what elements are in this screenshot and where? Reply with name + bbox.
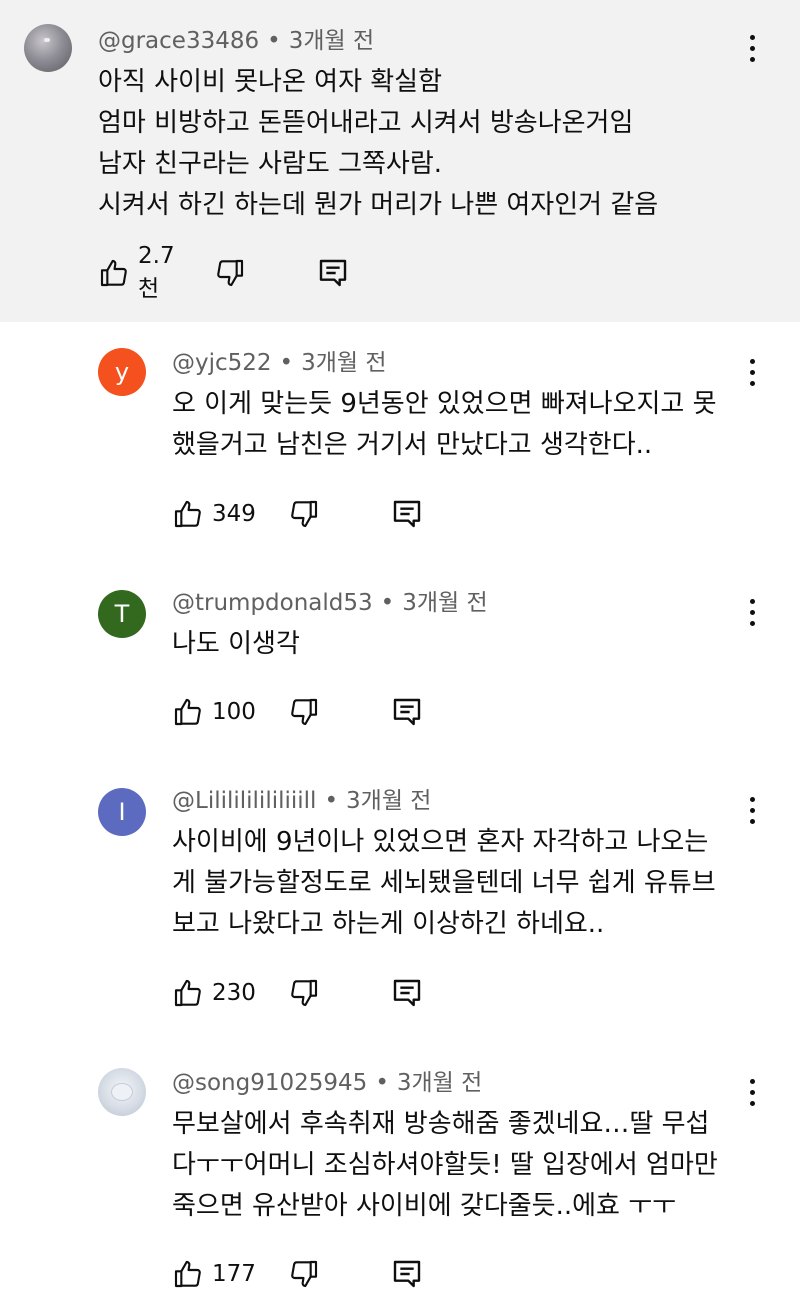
like-button[interactable]: 349: [172, 494, 256, 534]
like-count: 2.7천: [138, 243, 175, 302]
reply-icon: [318, 257, 348, 289]
reply-icon: [392, 696, 422, 728]
comment-header: @yjc522 • 3개월 전: [172, 350, 387, 376]
more-vert-icon[interactable]: [740, 1072, 764, 1112]
avatar[interactable]: [24, 24, 72, 72]
comment-line: 아직 사이비 못나온 여자 확실함: [98, 67, 443, 97]
comment-line: 시켜서 하긴 하는데 뭔가 머리가 나쁜 여자인거 같음: [98, 190, 659, 220]
thumbs-up-icon: [172, 977, 204, 1009]
comment-line: 나도 이생각: [172, 629, 300, 659]
comment-header: @Lililililililiiill • 3개월 전: [172, 788, 432, 814]
timestamp[interactable]: 3개월 전: [289, 28, 374, 54]
thumbs-up-icon: [172, 498, 204, 530]
like-count: 177: [212, 1261, 256, 1287]
like-button[interactable]: 230: [172, 973, 256, 1013]
more-vert-icon[interactable]: [740, 790, 764, 830]
avatar[interactable]: y: [98, 348, 146, 396]
comment-text: 무보살에서 후속취재 방송해줌 좋겠네요…딸 무섭 다ㅜㅜ어머니 조심하셔야할듯…: [172, 1104, 718, 1227]
timestamp[interactable]: 3개월 전: [402, 590, 487, 616]
like-count: 349: [212, 501, 256, 527]
thumbs-up-icon: [98, 257, 130, 289]
thumbs-down-icon: [288, 1258, 320, 1290]
dislike-button[interactable]: [288, 494, 320, 534]
comment-thread-highlighted: @grace33486 • 3개월 전 아직 사이비 못나온 여자 확실함 엄마 비…: [0, 0, 800, 322]
comment-text: 사이비에 9년이나 있었으면 혼자 자각하고 나오는 게 불가능할정도로 세뇌됐…: [172, 822, 716, 945]
comment-line: 엄마 비방하고 돈뜯어내라고 시켜서 방송나온거임: [98, 108, 634, 138]
avatar-letter: y: [114, 358, 130, 386]
comment-reply: y @yjc522 • 3개월 전 오 이게 맞는듯 9년동안 있었으면 빠져나오지…: [0, 322, 800, 552]
reply-icon: [392, 1258, 422, 1290]
comment-line: 다ㅜㅜ어머니 조심하셔야할듯! 딸 입장에서 엄마만: [172, 1150, 718, 1180]
thumbs-up-icon: [172, 696, 204, 728]
reply-button[interactable]: [318, 253, 348, 293]
username[interactable]: @yjc522: [172, 350, 272, 376]
comment-line: 오 이게 맞는듯 9년동안 있었으면 빠져나오지고 못: [172, 389, 717, 419]
comment-line: 게 불가능할정도로 세뇌됐을텐데 너무 쉽게 유튜브: [172, 868, 716, 898]
username[interactable]: @Lililililililiiill: [172, 788, 316, 814]
cat-icon: [112, 1084, 132, 1100]
comment-reply: I @Lililililililiiill • 3개월 전 사이비에 9년이나 있었…: [0, 772, 800, 1042]
comment-line: 죽으면 유산받아 사이비에 갖다줄듯..에효 ㅜㅜ: [172, 1191, 677, 1221]
thumbs-down-icon: [288, 696, 320, 728]
thumbs-down-icon: [214, 257, 246, 289]
like-button[interactable]: 177: [172, 1254, 256, 1294]
comment-header: @song91025945 • 3개월 전: [172, 1070, 483, 1096]
avatar[interactable]: [98, 1068, 146, 1116]
reply-button[interactable]: [392, 494, 422, 534]
comment-header: @grace33486 • 3개월 전: [98, 28, 375, 54]
avatar-letter: T: [114, 600, 130, 628]
avatar-moon-icon: [44, 38, 50, 42]
timestamp[interactable]: 3개월 전: [346, 788, 431, 814]
comment-reply: @song91025945 • 3개월 전 무보살에서 후속취재 방송해줌 좋겠네요…: [0, 1052, 800, 1308]
reply-button[interactable]: [392, 1254, 422, 1294]
comment-header: @trumpdonald53 • 3개월 전: [172, 590, 488, 616]
like-button[interactable]: 100: [172, 692, 256, 732]
like-button[interactable]: 2.7천: [98, 243, 175, 302]
comment-line: 했을거고 남친은 거기서 만났다고 생각한다..: [172, 430, 653, 460]
like-count: 230: [212, 980, 256, 1006]
comment-line: 보고 나왔다고 하는게 이상하긴 하네요..: [172, 909, 605, 939]
thumbs-up-icon: [172, 1258, 204, 1290]
reply-button[interactable]: [392, 973, 422, 1013]
more-vert-icon[interactable]: [740, 352, 764, 392]
dislike-button[interactable]: [288, 692, 320, 732]
comment-line: 남자 친구라는 사람도 그쪽사람.: [98, 149, 443, 179]
username[interactable]: @trumpdonald53: [172, 590, 373, 616]
comment-line: 무보살에서 후속취재 방송해줌 좋겠네요…딸 무섭: [172, 1109, 710, 1139]
thumbs-down-icon: [288, 977, 320, 1009]
reply-icon: [392, 977, 422, 1009]
timestamp[interactable]: 3개월 전: [397, 1070, 482, 1096]
more-vert-icon[interactable]: [740, 592, 764, 632]
reply-icon: [392, 498, 422, 530]
dislike-button[interactable]: [288, 1254, 320, 1294]
timestamp[interactable]: 3개월 전: [301, 350, 386, 376]
comment-line: 사이비에 9년이나 있었으면 혼자 자각하고 나오는: [172, 827, 709, 857]
thumbs-down-icon: [288, 498, 320, 530]
comment-text: 오 이게 맞는듯 9년동안 있었으면 빠져나오지고 못 했을거고 남친은 거기서…: [172, 384, 717, 466]
more-vert-icon[interactable]: [740, 28, 764, 68]
like-count: 100: [212, 699, 256, 725]
username[interactable]: @grace33486: [98, 28, 259, 54]
dislike-button[interactable]: [288, 973, 320, 1013]
avatar[interactable]: T: [98, 590, 146, 638]
comment-reply: T @trumpdonald53 • 3개월 전 나도 이생각 100: [0, 574, 800, 754]
dislike-button[interactable]: [214, 253, 246, 293]
comment-text: 나도 이생각: [172, 624, 300, 665]
reply-button[interactable]: [392, 692, 422, 732]
username[interactable]: @song91025945: [172, 1070, 367, 1096]
avatar[interactable]: I: [98, 788, 146, 836]
comment-text: 아직 사이비 못나온 여자 확실함 엄마 비방하고 돈뜯어내라고 시켜서 방송나…: [98, 62, 658, 226]
avatar-letter: I: [118, 798, 126, 826]
